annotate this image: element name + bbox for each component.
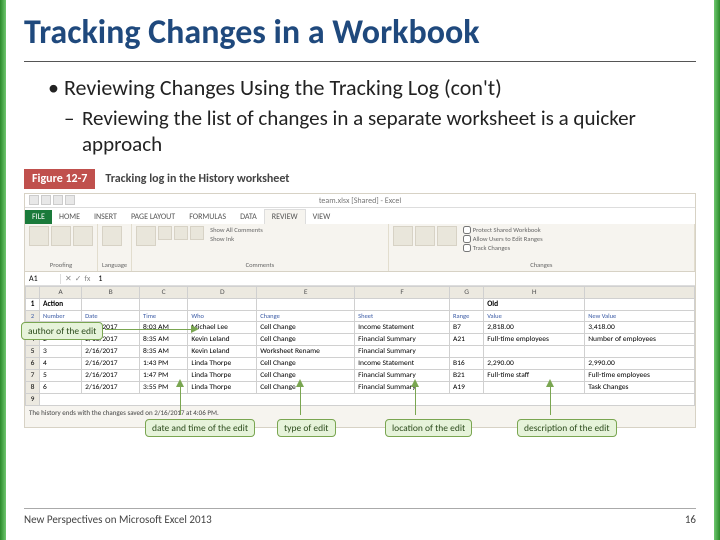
group-label-proofing: Proofing [29, 261, 93, 269]
undo-icon [53, 195, 63, 205]
figure-number: Figure 12-7 [24, 169, 95, 189]
next-comment-icon[interactable] [190, 226, 204, 240]
tab-formulas[interactable]: FORMULAS [182, 210, 233, 224]
prev-comment-icon[interactable] [174, 226, 188, 240]
tab-insert[interactable]: INSERT [87, 210, 124, 224]
arrow-icon [546, 379, 554, 387]
protect-workbook-icon[interactable] [415, 226, 435, 246]
callout-type: type of edit [277, 419, 336, 437]
right-accent-bar [714, 0, 720, 540]
table-row: 312/16/20178:03 AMMichael LeeCell Change… [26, 322, 695, 334]
excel-screenshot: team.xlsx [Shared] - Excel FILE HOME INS… [24, 193, 696, 428]
protect-share-workbook[interactable]: Protect Shared Workbook [463, 226, 543, 234]
quick-access-toolbar [29, 195, 75, 205]
thesaurus-icon[interactable] [73, 226, 93, 246]
arrow-icon [296, 379, 304, 387]
arrow-icon [191, 325, 199, 333]
share-workbook-icon[interactable] [437, 226, 457, 246]
table-row: 422/16/20178:35 AMKevin LelandCell Chang… [26, 334, 695, 346]
new-comment-icon[interactable] [136, 226, 156, 246]
slide-footer: New Perspectives on Microsoft Excel 2013… [24, 508, 696, 526]
delete-comment-icon[interactable] [158, 226, 172, 240]
protect-sheet-icon[interactable] [393, 226, 413, 246]
name-box[interactable]: A1 [25, 274, 61, 284]
callout-line [105, 329, 193, 330]
callout-line [180, 387, 181, 415]
cancel-icon[interactable]: ✕ [65, 274, 72, 284]
arrow-icon [411, 379, 419, 387]
group-proofing: Proofing [25, 224, 98, 271]
callout-location: location of the edit [385, 419, 472, 437]
table-row: 9 [26, 394, 695, 406]
fx-icon[interactable]: fx [84, 274, 90, 284]
callout-line [300, 387, 301, 415]
tab-file[interactable]: FILE [25, 210, 52, 224]
bullet-level1: Reviewing Changes Using the Tracking Log… [48, 74, 696, 101]
table-row: 532/16/20178:35 AMKevin LelandWorksheet … [26, 346, 695, 358]
callout-datetime: date and time of the edit [145, 419, 255, 437]
table-row: 862/16/20173:55 PMLinda ThorpeCell Chang… [26, 382, 695, 394]
tab-review[interactable]: REVIEW [264, 209, 306, 224]
bullet-list: Reviewing Changes Using the Tracking Log… [24, 74, 696, 157]
figure-caption: Tracking log in the History worksheet [105, 172, 289, 186]
show-all-comments[interactable]: Show All Comments [210, 226, 263, 234]
window-title: team.xlsx [Shared] - Excel [25, 194, 695, 208]
slide-title: Tracking Changes in a Workbook [24, 12, 696, 62]
table-row: 2NumberDateTimeWhoChangeSheetRangeValueN… [26, 311, 695, 322]
callout-line [550, 387, 551, 415]
group-label-changes: Changes [393, 261, 690, 269]
group-comments: Show All Comments Show Ink Comments [132, 224, 389, 271]
history-table: ABCDEFGH 1ActionOld 2NumberDateTimeWhoCh… [25, 286, 695, 406]
track-changes[interactable]: Track Changes [463, 244, 543, 252]
group-label-language: Language [102, 261, 127, 269]
group-changes: Protect Shared Workbook Allow Users to E… [389, 224, 695, 271]
formula-value[interactable]: 1 [94, 274, 106, 284]
save-icon [41, 195, 51, 205]
enter-icon[interactable]: ✓ [75, 274, 82, 284]
group-label-comments: Comments [136, 261, 384, 269]
page-number: 16 [685, 513, 696, 526]
spelling-icon[interactable] [29, 226, 49, 246]
table-row: 752/16/20171:47 PMLinda ThorpeCell Chang… [26, 370, 695, 382]
show-ink[interactable]: Show Ink [210, 235, 263, 243]
fx-icons: ✕✓fx [61, 274, 94, 284]
footer-left: New Perspectives on Microsoft Excel 2013 [24, 513, 212, 526]
worksheet: ABCDEFGH 1ActionOld 2NumberDateTimeWhoCh… [25, 286, 695, 419]
excel-icon [29, 195, 39, 205]
tab-data[interactable]: DATA [233, 210, 264, 224]
arrow-icon [176, 379, 184, 387]
table-row: 1ActionOld [26, 299, 695, 311]
formula-bar: A1 ✕✓fx 1 [25, 272, 695, 286]
col-headers: ABCDEFGH [26, 287, 695, 299]
bullet-level2: Reviewing the list of changes in a separ… [48, 105, 696, 157]
allow-edit-ranges[interactable]: Allow Users to Edit Ranges [463, 235, 543, 243]
tab-view[interactable]: VIEW [306, 210, 338, 224]
history-note: The history ends with the changes saved … [25, 406, 695, 419]
callout-line [415, 387, 416, 415]
ribbon-tabs: FILE HOME INSERT PAGE LAYOUT FORMULAS DA… [25, 208, 695, 224]
slide-content: Tracking Changes in a Workbook Reviewing… [24, 12, 696, 428]
redo-icon [65, 195, 75, 205]
research-icon[interactable] [51, 226, 71, 246]
ribbon-body: Proofing Language Show All Comments Show… [25, 224, 695, 272]
translate-icon[interactable] [102, 226, 122, 246]
tab-home[interactable]: HOME [52, 210, 87, 224]
left-accent-bar [0, 0, 6, 540]
group-language: Language [98, 224, 132, 271]
tab-pagelayout[interactable]: PAGE LAYOUT [124, 210, 182, 224]
table-row: 642/16/20171:43 PMLinda ThorpeCell Chang… [26, 358, 695, 370]
callout-description: description of the edit [517, 419, 617, 437]
callout-author: author of the edit [21, 322, 103, 340]
figure-label: Figure 12-7 Tracking log in the History … [24, 169, 696, 189]
